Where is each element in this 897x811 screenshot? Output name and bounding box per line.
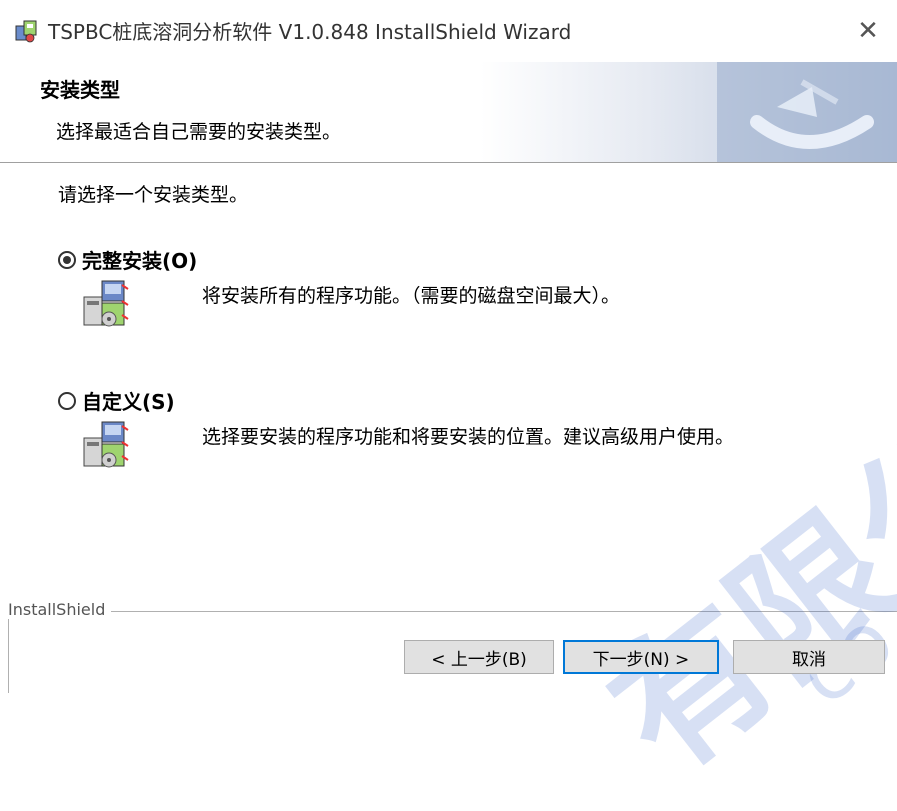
banner-heading: 安装类型 — [40, 78, 120, 102]
option-custom-label[interactable]: 自定义(S) — [82, 386, 175, 415]
setup-type-prompt: 请选择一个安装类型。 — [58, 184, 249, 206]
radio-custom[interactable] — [58, 391, 76, 410]
option-custom-description: 选择要安装的程序功能和将要安装的位置。建议高级用户使用。 — [202, 426, 735, 448]
header-banner: 安装类型 选择最适合自己需要的安装类型。 — [0, 62, 897, 163]
banner-subtitle: 选择最适合自己需要的安装类型。 — [56, 121, 342, 143]
installer-app-icon — [15, 20, 37, 43]
back-button[interactable]: < 上一步(B) — [404, 640, 554, 674]
option-custom[interactable]: 自定义(S) 选择要安装的程序功能和将要安装的位置。建议高级用户使用。 — [58, 386, 734, 468]
option-complete-description: 将安装所有的程序功能。（需要的磁盘空间最大）。 — [202, 285, 621, 307]
cancel-button[interactable]: 取消 — [733, 640, 885, 674]
option-complete-label[interactable]: 完整安装(O) — [82, 245, 197, 274]
close-button[interactable]: ✕ — [839, 0, 897, 62]
feature-install-icon — [83, 280, 129, 327]
option-custom-radio-row[interactable]: 自定义(S) — [58, 386, 175, 415]
option-complete[interactable]: 完整安装(O) 将安装所有的程序功能。（需要的磁盘空间最大）。 — [58, 245, 620, 327]
installshield-logo-icon — [717, 62, 897, 162]
footer-frame-edge — [8, 618, 9, 693]
feature-install-icon — [83, 421, 129, 468]
radio-complete[interactable] — [58, 250, 76, 269]
option-complete-radio-row[interactable]: 完整安装(O) — [58, 245, 197, 274]
window-title: TSPBC桩底溶洞分析软件 V1.0.848 InstallShield Wiz… — [48, 20, 572, 44]
title-bar: TSPBC桩底溶洞分析软件 V1.0.848 InstallShield Wiz… — [0, 0, 897, 62]
next-button[interactable]: 下一步(N) > — [563, 640, 719, 674]
installshield-label: InstallShield — [8, 600, 112, 619]
close-icon: ✕ — [857, 16, 879, 46]
